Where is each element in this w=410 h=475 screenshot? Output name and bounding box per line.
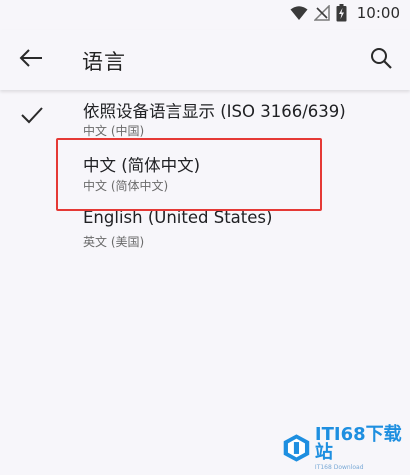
status-bar: 10:00 xyxy=(0,0,410,30)
language-item-zh-hans[interactable]: 中文 (简体中文) 中文 (简体中文) xyxy=(0,140,410,196)
status-time: 10:00 xyxy=(356,4,400,22)
status-icons: 10:00 xyxy=(290,4,400,22)
language-title: English (United States) xyxy=(83,208,273,227)
language-item-device-default[interactable]: 依照设备语言显示 (ISO 3166/639) 中文 (中国) xyxy=(0,90,410,140)
language-list: 依照设备语言显示 (ISO 3166/639) 中文 (中国) 中文 (简体中文… xyxy=(0,90,410,252)
wifi-icon xyxy=(290,5,308,21)
app-bar: 语言 xyxy=(0,30,410,90)
language-title: 依照设备语言显示 (ISO 3166/639) xyxy=(83,102,346,121)
language-subtitle: 中文 (简体中文) xyxy=(83,179,169,193)
language-title: 中文 (简体中文) xyxy=(83,156,201,175)
language-subtitle: 中文 (中国) xyxy=(83,124,145,138)
no-signal-icon xyxy=(313,5,330,21)
arrow-back-icon xyxy=(19,48,43,72)
check-icon xyxy=(20,106,44,128)
screen: 10:00 语言 依照设备语言显示 (ISO 3166/639) 中文 (中国)… xyxy=(0,0,410,475)
language-item-en-us[interactable]: English (United States) 英文 (美国) xyxy=(0,196,410,252)
watermark-subtext: IT168 Download xyxy=(314,463,364,471)
search-button[interactable] xyxy=(366,45,396,75)
watermark-emblem-icon xyxy=(283,434,310,462)
back-button[interactable] xyxy=(14,45,48,75)
watermark-text: ITI68下载站 xyxy=(314,423,402,463)
watermark-logo: ITI68下载站 IT168 Download xyxy=(282,423,404,471)
page-title: 语言 xyxy=(82,50,126,74)
battery-charging-icon xyxy=(336,4,347,22)
search-icon xyxy=(370,47,392,73)
language-subtitle: 英文 (美国) xyxy=(83,235,145,249)
